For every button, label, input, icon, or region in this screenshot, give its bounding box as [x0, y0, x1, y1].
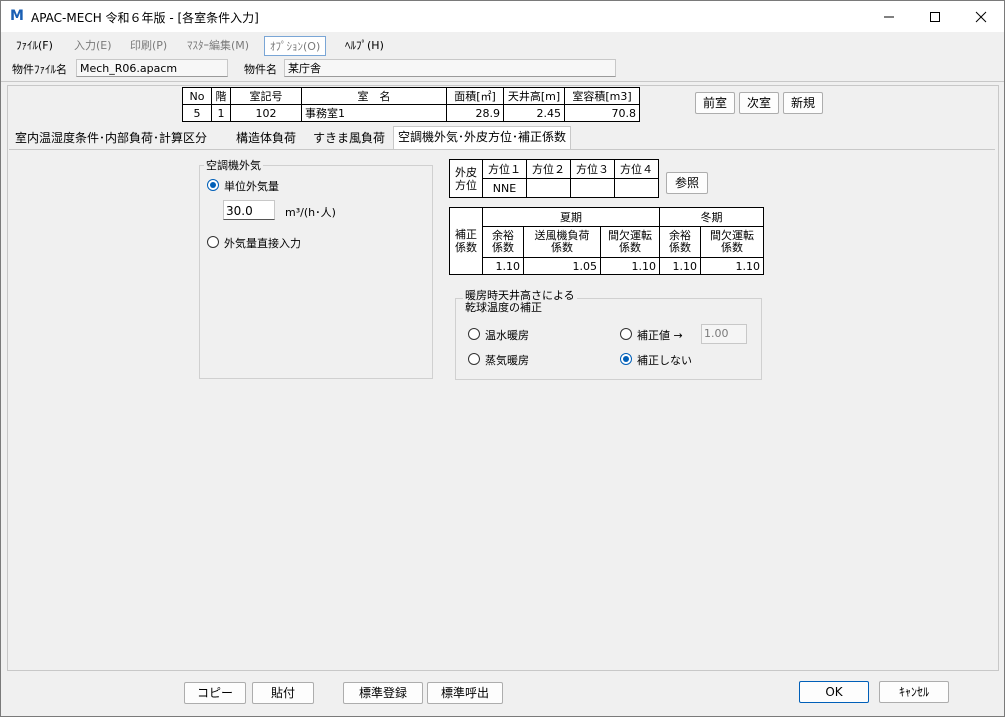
tab-outdoor-air-orientation[interactable]: 空調機外気･外皮方位･補正係数	[393, 126, 572, 150]
new-room-button[interactable]: 新規	[783, 92, 823, 114]
title-bar: M APAC-MECH 令和６年版 - [各室条件入力]	[1, 1, 1004, 32]
col-room-code: 室記号	[230, 87, 302, 105]
outdoor-air-group-label: 空調機外気	[204, 157, 263, 173]
orientation-side-label: 外皮 方位	[449, 159, 483, 198]
next-room-button[interactable]: 次室	[739, 92, 779, 114]
hot-water-radio[interactable]	[468, 328, 480, 340]
col-room-name: 室 名	[301, 87, 447, 105]
col-floor: 階	[211, 87, 231, 105]
menu-print[interactable]: 印刷(P)	[125, 36, 172, 54]
outdoor-air-unit-label: m³/(h･人)	[285, 206, 336, 219]
close-icon	[975, 11, 987, 22]
winter-intermittent-header: 間欠運転 係数	[700, 226, 764, 258]
orientation-header-1: 方位１	[482, 159, 527, 179]
orientation-header-4: 方位４	[614, 159, 659, 179]
info-bar: 物件ﾌｧｲﾙ名 Mech_R06.apacm 物件名 某庁舎	[1, 57, 1004, 82]
winter-margin-value[interactable]: 1.10	[659, 257, 701, 275]
coefficient-side-label: 補正 係数	[449, 207, 483, 275]
direct-outdoor-air-radio[interactable]	[207, 236, 219, 248]
room-table-header: No 階 室記号 室 名 面積[㎡] 天井高[m] 室容積[m3]	[182, 87, 640, 105]
menu-help[interactable]: ﾍﾙﾌﾟ(H)	[340, 36, 389, 54]
orientation-header-2: 方位２	[526, 159, 571, 179]
tab-structure-load[interactable]: 構造体負荷	[232, 128, 300, 149]
close-button[interactable]	[958, 1, 1004, 32]
steam-radio[interactable]	[468, 353, 480, 365]
orientation-value-3[interactable]	[570, 178, 615, 198]
winter-header: 冬期	[659, 207, 764, 227]
direct-outdoor-air-label: 外気量直接入力	[224, 237, 301, 250]
col-ceiling: 天井高[m]	[503, 87, 565, 105]
menu-options[interactable]: ｵﾌﾟｼｮﾝ(O)	[264, 36, 327, 56]
cell-ceiling: 2.45	[503, 104, 565, 122]
menu-bar: ﾌｧｲﾙ(F) 入力(E) 印刷(P) ﾏｽﾀｰ編集(M) ｵﾌﾟｼｮﾝ(O) …	[1, 33, 1004, 56]
file-name-label: 物件ﾌｧｲﾙ名	[12, 63, 67, 76]
cell-no: 5	[182, 104, 212, 122]
minimize-icon	[884, 16, 894, 17]
winter-margin-header: 余裕 係数	[659, 226, 701, 258]
col-volume: 室容積[m3]	[564, 87, 640, 105]
project-name-label: 物件名	[244, 63, 277, 76]
summer-intermittent-header: 間欠運転 係数	[600, 226, 660, 258]
table-row[interactable]: 5 1 102 事務室1 28.9 2.45 70.8	[182, 104, 640, 122]
maximize-button[interactable]	[912, 1, 958, 32]
project-name-field: 某庁舎	[284, 59, 616, 77]
paste-button[interactable]: 貼付	[252, 682, 314, 704]
summer-intermittent-value[interactable]: 1.10	[600, 257, 660, 275]
summer-fan-value[interactable]: 1.05	[523, 257, 601, 275]
summer-margin-value[interactable]: 1.10	[482, 257, 524, 275]
window-title: APAC-MECH 令和６年版 - [各室条件入力]	[31, 11, 259, 25]
app-icon: M	[10, 8, 24, 24]
orientation-value-2[interactable]	[526, 178, 571, 198]
correction-value-label: 補正値 →	[637, 329, 683, 342]
standard-register-button[interactable]: 標準登録	[343, 682, 423, 704]
summer-margin-header: 余裕 係数	[482, 226, 524, 258]
orientation-value-4[interactable]	[614, 178, 659, 198]
coefficient-table: 補正 係数 夏期 冬期 余裕 係数 送風機負荷 係数 間欠運転 係数 余裕 係数…	[449, 207, 764, 275]
cell-volume: 70.8	[564, 104, 640, 122]
file-name-field: Mech_R06.apacm	[76, 59, 228, 77]
menu-file[interactable]: ﾌｧｲﾙ(F)	[11, 36, 58, 54]
no-correction-radio[interactable]	[620, 353, 632, 365]
summer-header: 夏期	[482, 207, 660, 227]
orientation-header-3: 方位３	[570, 159, 615, 179]
minimize-button[interactable]	[866, 1, 912, 32]
steam-label: 蒸気暖房	[485, 354, 529, 367]
correction-value-input[interactable]: 1.00	[701, 324, 747, 344]
col-no: No	[182, 87, 212, 105]
standard-call-button[interactable]: 標準呼出	[427, 682, 503, 704]
col-area: 面積[㎡]	[446, 87, 504, 105]
maximize-icon	[930, 11, 940, 22]
menu-master-edit[interactable]: ﾏｽﾀｰ編集(M)	[182, 36, 254, 54]
heating-correction-group-label: 暖房時天井高さによる 乾球温度の補正	[463, 289, 577, 314]
orientation-table: 外皮 方位 方位１ 方位２ 方位３ 方位４ NNE	[449, 159, 659, 198]
room-table: No 階 室記号 室 名 面積[㎡] 天井高[m] 室容積[m3] 5 1 10…	[182, 87, 640, 122]
winter-intermittent-value[interactable]: 1.10	[700, 257, 764, 275]
cell-room-name: 事務室1	[301, 104, 447, 122]
tab-indoor-conditions[interactable]: 室内温湿度条件･内部負荷･計算区分	[11, 128, 211, 149]
cell-room-code: 102	[230, 104, 302, 122]
cell-floor: 1	[211, 104, 231, 122]
outdoor-air-group	[199, 165, 433, 379]
summer-fan-header: 送風機負荷 係数	[523, 226, 601, 258]
outdoor-air-value-input[interactable]: 30.0	[223, 200, 275, 220]
ok-button[interactable]: OK	[799, 681, 869, 703]
copy-button[interactable]: コピー	[184, 682, 246, 704]
menu-input[interactable]: 入力(E)	[69, 36, 117, 54]
hot-water-label: 温水暖房	[485, 329, 529, 342]
tab-infiltration-load[interactable]: すきま風負荷	[309, 128, 389, 149]
no-correction-label: 補正しない	[637, 354, 692, 367]
cell-area: 28.9	[446, 104, 504, 122]
cancel-button[interactable]: ｷｬﾝｾﾙ	[879, 681, 949, 703]
correction-value-radio[interactable]	[620, 328, 632, 340]
reference-button[interactable]: 参照	[666, 172, 708, 194]
main-window: M APAC-MECH 令和６年版 - [各室条件入力] ﾌｧｲﾙ(F) 入力(…	[0, 0, 1005, 717]
prev-room-button[interactable]: 前室	[695, 92, 735, 114]
unit-outdoor-air-radio[interactable]	[207, 179, 219, 191]
unit-outdoor-air-label: 単位外気量	[224, 180, 279, 193]
orientation-value-1[interactable]: NNE	[482, 178, 527, 198]
